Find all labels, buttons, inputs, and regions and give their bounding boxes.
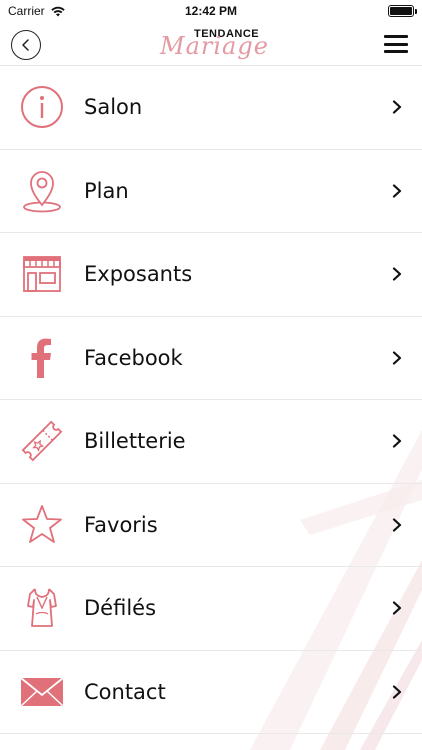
chevron-right-icon: [392, 184, 402, 198]
chevron-left-icon: [22, 39, 29, 51]
map-pin-icon: [20, 169, 64, 213]
menu-item-defiles[interactable]: Défilés: [0, 567, 422, 651]
chevron-right-icon: [392, 434, 402, 448]
ticket-icon: [20, 419, 64, 463]
menu-item-exposants[interactable]: Exposants: [0, 233, 422, 317]
battery-icon: [388, 5, 417, 17]
status-bar: Carrier 12:42 PM: [0, 0, 422, 22]
menu-item-billetterie[interactable]: Billetterie: [0, 400, 422, 484]
chevron-right-icon: [392, 351, 402, 365]
hamburger-line: [384, 35, 408, 38]
menu-item-contact[interactable]: Contact: [0, 651, 422, 734]
chevron-right-icon: [392, 601, 402, 615]
menu-item-label: Exposants: [84, 262, 193, 287]
main-menu: Salon Plan Exposants Facebook Billetteri…: [0, 66, 422, 734]
hamburger-line: [384, 42, 408, 46]
chevron-right-icon: [392, 518, 402, 532]
menu-item-label: Contact: [84, 679, 166, 704]
logo-script-text: Mariage: [160, 32, 269, 60]
back-button[interactable]: [11, 30, 41, 60]
chevron-right-icon: [392, 100, 402, 114]
app-logo: TENDANCE Mariage: [158, 24, 268, 64]
menu-item-label: Facebook: [84, 345, 183, 370]
chevron-right-icon: [392, 267, 402, 281]
star-icon: [20, 503, 64, 547]
dress-icon: [20, 586, 64, 630]
storefront-icon: [20, 252, 64, 296]
hamburger-line: [384, 50, 408, 53]
menu-item-label: Salon: [84, 95, 143, 120]
info-icon: [20, 85, 64, 129]
menu-item-facebook[interactable]: Facebook: [0, 317, 422, 400]
status-time: 12:42 PM: [184, 4, 238, 18]
menu-item-label: Favoris: [84, 512, 158, 537]
menu-item-label: Défilés: [84, 596, 157, 621]
menu-item-plan[interactable]: Plan: [0, 150, 422, 233]
menu-item-label: Billetterie: [84, 429, 186, 454]
nav-bar: TENDANCE Mariage: [0, 22, 422, 66]
menu-item-label: Plan: [84, 178, 129, 203]
envelope-icon: [20, 670, 64, 714]
facebook-icon: [20, 336, 64, 380]
chevron-right-icon: [392, 685, 402, 699]
menu-item-salon[interactable]: Salon: [0, 66, 422, 150]
hamburger-menu-button[interactable]: [384, 33, 408, 55]
menu-item-favoris[interactable]: Favoris: [0, 484, 422, 567]
